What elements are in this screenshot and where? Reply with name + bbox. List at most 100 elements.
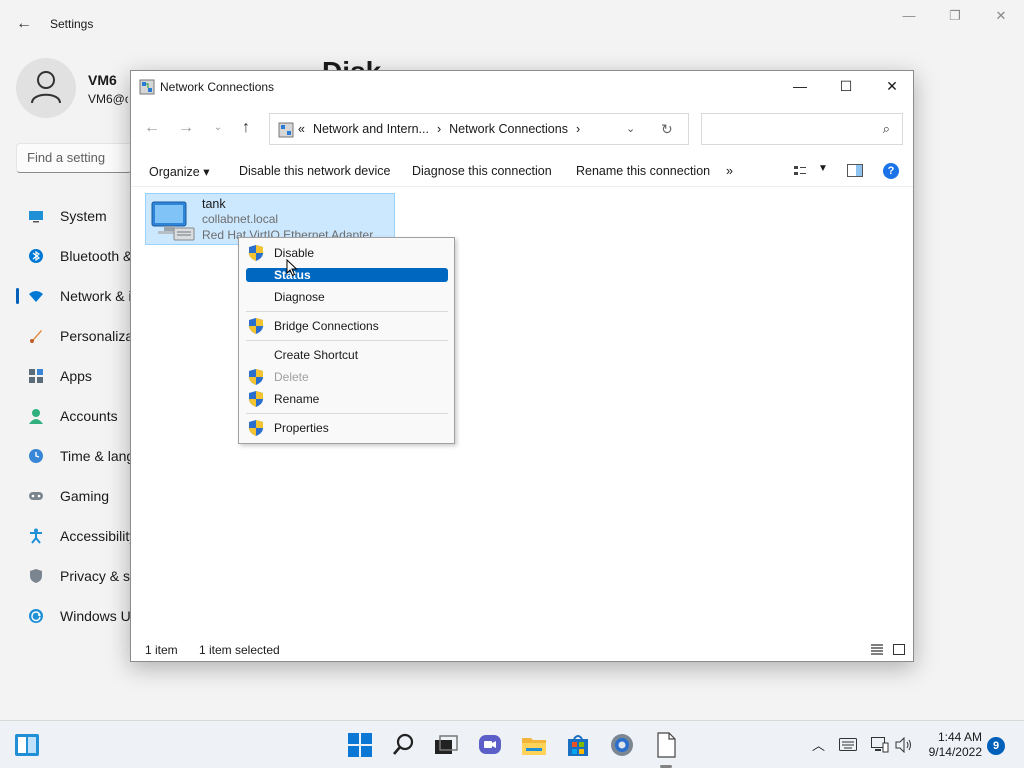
sidebar-item-personalization[interactable]: Personalization (16, 316, 130, 356)
show-hidden-icons-chevron-icon[interactable]: ︿ (812, 735, 825, 754)
back-arrow-icon[interactable]: ← (14, 14, 34, 34)
start-windows-icon[interactable] (346, 731, 374, 759)
document-icon[interactable] (652, 731, 680, 759)
breadcrumb-overflow[interactable]: « (298, 122, 305, 136)
mouse-cursor-icon (286, 259, 298, 277)
menu-item-properties[interactable]: Properties (246, 420, 448, 436)
view-options-dropdown-icon[interactable]: ▼ (818, 163, 828, 174)
search-icon: ⌕ (882, 121, 890, 136)
uac-shield-icon (249, 369, 263, 385)
address-dropdown-icon[interactable]: ⌄ (626, 122, 635, 135)
settings-gear-icon[interactable] (608, 731, 636, 759)
menu-separator (246, 311, 448, 312)
settings-nav: System Bluetooth & devices Network & int… (16, 196, 130, 636)
uac-shield-icon (249, 420, 263, 436)
up-icon[interactable]: ↑ (233, 115, 259, 141)
gamepad-icon (29, 492, 43, 500)
minimize-icon[interactable]: — (777, 71, 823, 101)
breadcrumb-separator[interactable]: › (576, 122, 580, 136)
clock-time: 1:44 AM (937, 730, 982, 744)
restore-icon[interactable]: ❐ (932, 8, 978, 26)
notification-badge[interactable]: 9 (987, 737, 1005, 755)
settings-search-input[interactable]: Find a setting (16, 143, 132, 173)
menu-item-disable[interactable]: Disable (246, 245, 448, 261)
breadcrumb-network-internet[interactable]: Network and Intern... (313, 122, 429, 136)
uac-shield-icon (249, 245, 263, 261)
sidebar-item-time-language[interactable]: Time & language (16, 436, 130, 476)
disable-device-button[interactable]: Disable this network device (239, 164, 390, 178)
search-input[interactable]: ⌕ (701, 113, 903, 145)
network-connections-icon (139, 79, 155, 95)
menu-item-rename[interactable]: Rename (246, 391, 448, 407)
sidebar-item-apps[interactable]: Apps (16, 356, 130, 396)
change-view-icon[interactable] (793, 164, 807, 178)
user-icon (31, 71, 61, 104)
more-commands-button[interactable]: » (726, 164, 733, 178)
window-title: Network Connections (160, 80, 275, 94)
sidebar-item-accounts[interactable]: Accounts (16, 396, 130, 436)
menu-item-create-shortcut[interactable]: Create Shortcut (246, 348, 448, 362)
sidebar-item-gaming[interactable]: Gaming (16, 476, 130, 516)
details-view-icon[interactable] (871, 644, 883, 655)
sidebar-item-windows-update[interactable]: Windows Update (16, 596, 130, 636)
uac-shield-icon (249, 318, 263, 334)
taskbar: ︿ 1:44 AM 9/14/2022 9 (0, 720, 1024, 768)
user-email: VM6@c (88, 92, 128, 106)
organize-button[interactable]: Organize ▾ (149, 164, 209, 179)
preview-pane-icon[interactable] (847, 164, 863, 177)
menu-separator (246, 413, 448, 414)
clock-date: 9/14/2022 (928, 745, 982, 759)
search-icon[interactable] (390, 731, 418, 759)
diagnose-connection-button[interactable]: Diagnose this connection (412, 164, 552, 178)
menu-item-status[interactable]: Status (246, 268, 448, 282)
sidebar-item-accessibility[interactable]: Accessibility (16, 516, 130, 556)
update-icon (29, 609, 43, 623)
close-icon[interactable]: ✕ (869, 71, 915, 101)
apps-icon (29, 369, 43, 383)
chat-icon[interactable] (476, 731, 504, 759)
sidebar-item-bluetooth[interactable]: Bluetooth & devices (16, 236, 130, 276)
help-icon[interactable]: ? (883, 163, 899, 179)
accounts-icon (29, 409, 43, 424)
volume-icon[interactable] (895, 737, 913, 753)
menu-item-bridge-connections[interactable]: Bridge Connections (246, 318, 448, 334)
breadcrumb-network-connections[interactable]: Network Connections (449, 122, 568, 136)
sidebar-item-system[interactable]: System (16, 196, 130, 236)
menu-item-delete: Delete (246, 369, 448, 385)
store-icon[interactable] (564, 731, 592, 759)
settings-window-title: Settings (50, 17, 94, 31)
system-icon (29, 211, 43, 223)
sidebar-item-label: Accessibility (60, 528, 130, 544)
task-view-icon[interactable] (432, 731, 460, 759)
widgets-icon[interactable] (14, 733, 40, 757)
network-tray-icon[interactable] (871, 737, 889, 753)
refresh-icon[interactable]: ↻ (661, 121, 673, 138)
close-icon[interactable]: ✕ (978, 8, 1024, 26)
sidebar-item-network[interactable]: Network & internet (16, 276, 130, 316)
avatar[interactable] (16, 58, 76, 118)
menu-item-diagnose[interactable]: Diagnose (246, 290, 448, 304)
sidebar-item-label: Time & language (60, 448, 130, 464)
shield-icon (30, 569, 42, 583)
network-connections-icon (278, 122, 294, 138)
recent-locations-icon[interactable]: ⌄ (205, 115, 231, 141)
maximize-icon[interactable]: ☐ (823, 71, 869, 101)
sidebar-item-privacy[interactable]: Privacy & security (16, 556, 130, 596)
network-adapter-icon (151, 201, 195, 241)
status-bar: 1 item 1 item selected (131, 639, 913, 661)
forward-icon[interactable]: → (173, 115, 199, 141)
system-clock[interactable]: 1:44 AM 9/14/2022 (920, 730, 982, 760)
back-icon[interactable]: ← (139, 115, 165, 141)
user-name: VM6 (88, 72, 117, 88)
accessibility-icon (30, 528, 42, 544)
large-icons-view-icon[interactable] (893, 644, 905, 655)
bluetooth-icon (29, 249, 43, 263)
breadcrumb-separator[interactable]: › (437, 122, 441, 136)
file-explorer-icon[interactable] (520, 731, 548, 759)
item-count: 1 item (145, 643, 178, 657)
rename-connection-button[interactable]: Rename this connection (576, 164, 710, 178)
uac-shield-icon (249, 391, 263, 407)
keyboard-icon[interactable] (839, 738, 857, 751)
address-bar[interactable]: « Network and Intern... › Network Connec… (269, 113, 689, 145)
minimize-icon[interactable]: — (886, 8, 932, 26)
